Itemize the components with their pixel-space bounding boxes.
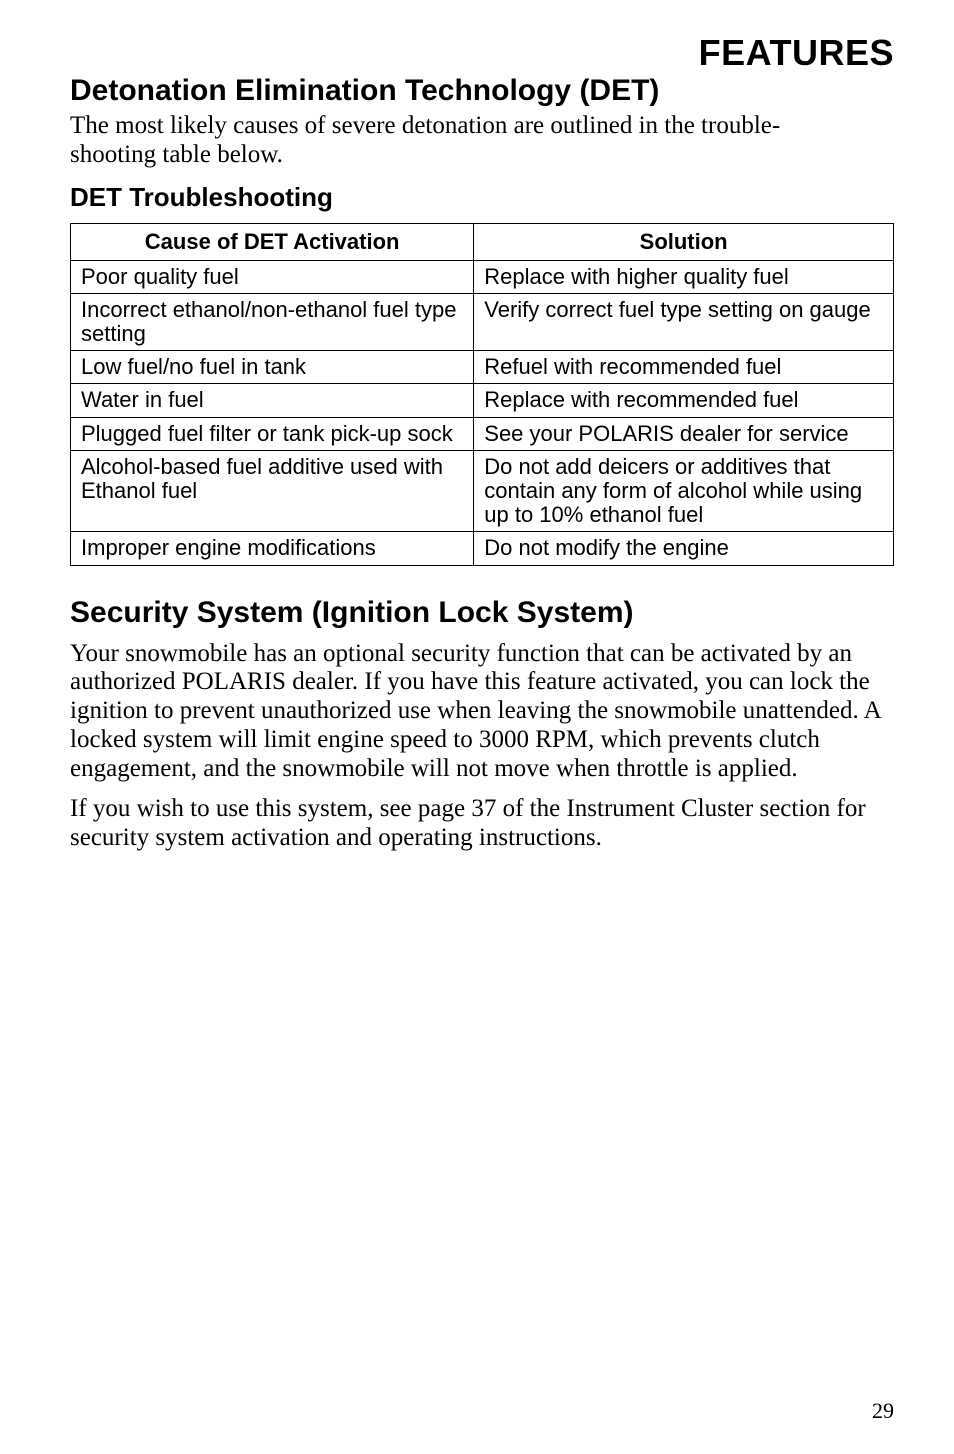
cell-solution: See your POLARIS dealer for service bbox=[474, 417, 894, 450]
cell-solution: Refuel with recommended fuel bbox=[474, 351, 894, 384]
cell-cause: Incorrect ethanol/non-ethanol fuel type … bbox=[71, 293, 474, 350]
subheading-troubleshooting: DET Troubleshooting bbox=[70, 182, 894, 213]
cell-solution: Verify correct fuel type setting on gaug… bbox=[474, 293, 894, 350]
cell-cause: Alcohol-based fuel additive used with Et… bbox=[71, 450, 474, 532]
table-row: Incorrect ethanol/non-ethanol fuel type … bbox=[71, 293, 894, 350]
table-row: Water in fuel Replace with recommended f… bbox=[71, 384, 894, 417]
table-row: Alcohol-based fuel additive used with Et… bbox=[71, 450, 894, 532]
intro-line-2: shooting table below. bbox=[70, 141, 283, 168]
cell-cause: Low fuel/no fuel in tank bbox=[71, 351, 474, 384]
intro-paragraph-1: The most likely causes of severe detonat… bbox=[70, 112, 894, 170]
section-heading-security: Security System (Ignition Lock System) bbox=[70, 596, 894, 630]
table-row: Plugged fuel filter or tank pick-up sock… bbox=[71, 417, 894, 450]
cell-solution: Replace with higher quality fuel bbox=[474, 260, 894, 293]
section-heading-det: Detonation Elimination Technology (DET) bbox=[70, 74, 894, 108]
page-number: 29 bbox=[872, 1398, 894, 1424]
intro-line-1: The most likely causes of severe detonat… bbox=[70, 112, 780, 139]
cell-cause: Water in fuel bbox=[71, 384, 474, 417]
cell-solution: Replace with recommended fuel bbox=[474, 384, 894, 417]
cell-cause: Plugged fuel filter or tank pick-up sock bbox=[71, 417, 474, 450]
table-header-row: Cause of DET Activation Solution bbox=[71, 223, 894, 260]
cell-cause: Improper engine modifications bbox=[71, 532, 474, 565]
cell-solution: Do not add deicers or additives that con… bbox=[474, 450, 894, 532]
troubleshooting-table: Cause of DET Activation Solution Poor qu… bbox=[70, 223, 894, 566]
table-row: Low fuel/no fuel in tank Refuel with rec… bbox=[71, 351, 894, 384]
table-header-cause: Cause of DET Activation bbox=[71, 223, 474, 260]
security-paragraph-2: If you wish to use this system, see page… bbox=[70, 795, 894, 853]
cell-solution: Do not modify the engine bbox=[474, 532, 894, 565]
table-header-solution: Solution bbox=[474, 223, 894, 260]
table-row: Improper engine modifications Do not mod… bbox=[71, 532, 894, 565]
security-paragraph-1: Your snowmobile has an optional security… bbox=[70, 640, 894, 784]
table-row: Poor quality fuel Replace with higher qu… bbox=[71, 260, 894, 293]
page-category-header: FEATURES bbox=[70, 32, 894, 74]
cell-cause: Poor quality fuel bbox=[71, 260, 474, 293]
